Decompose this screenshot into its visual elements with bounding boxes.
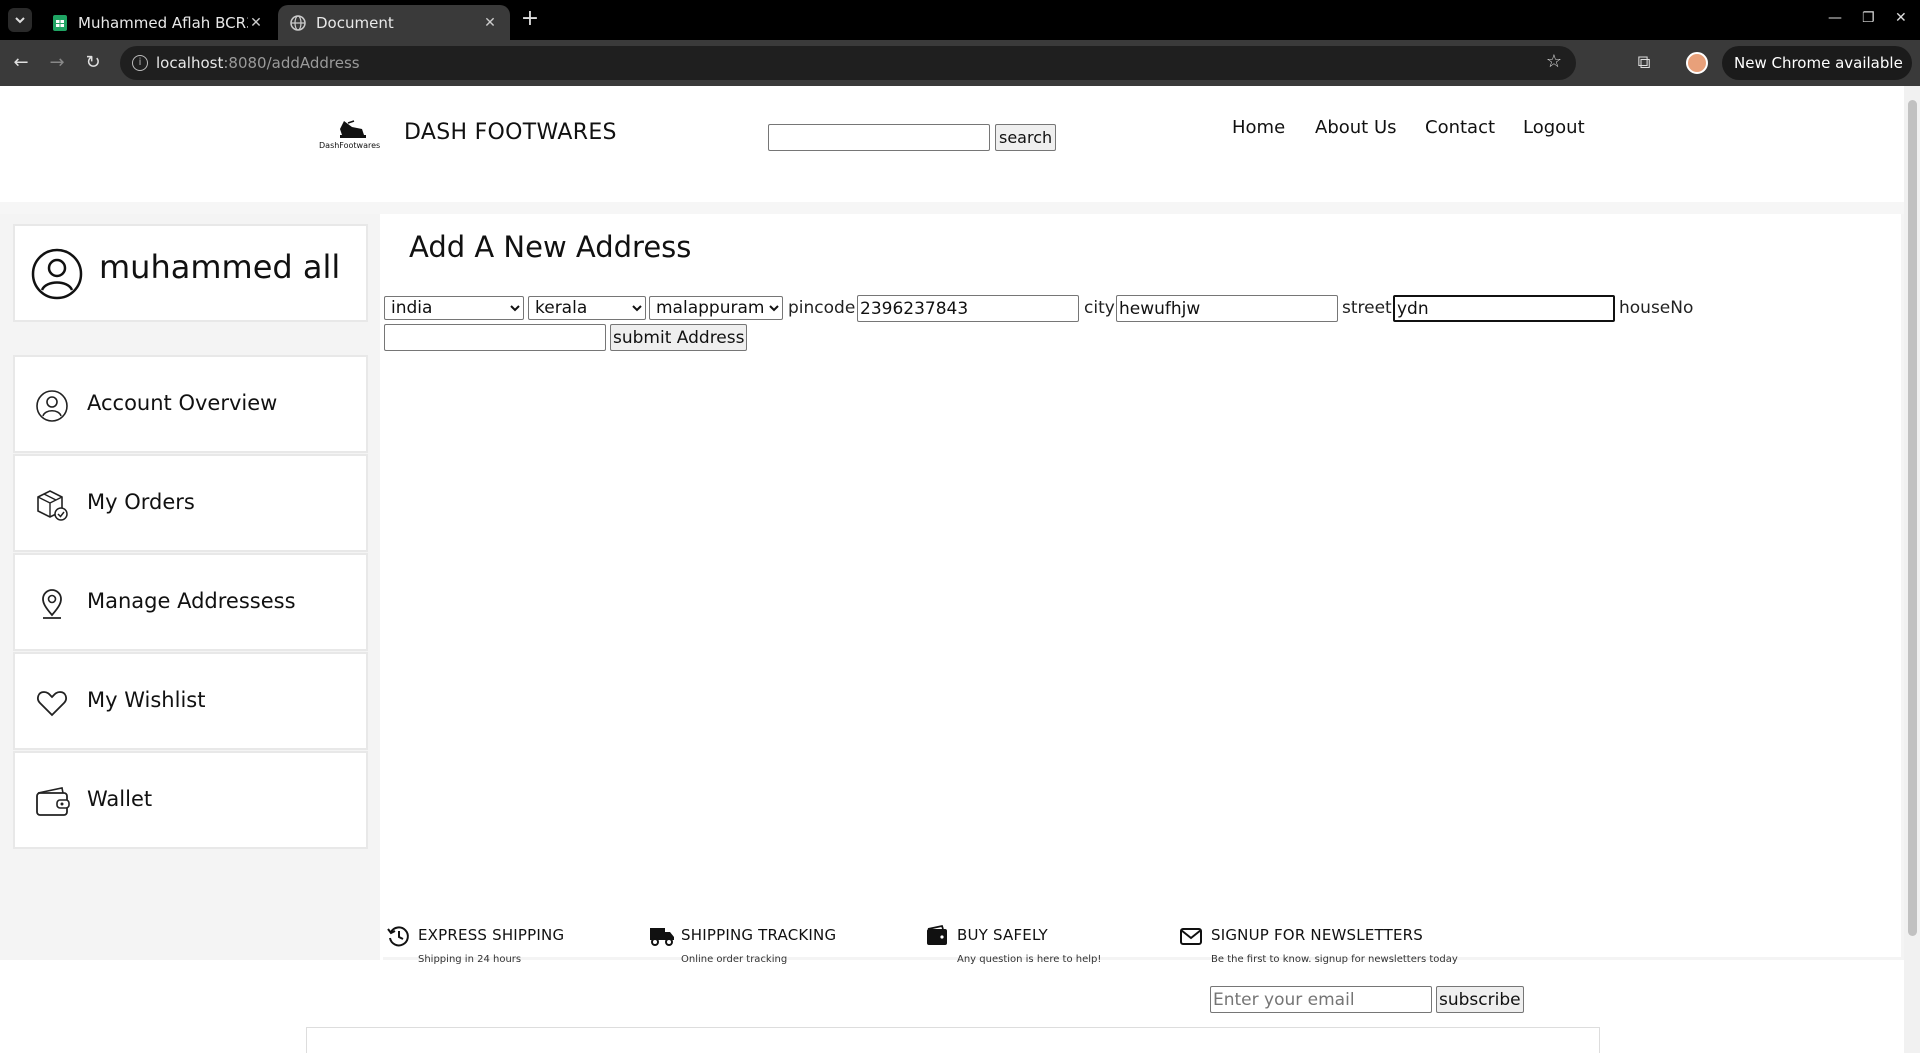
newsletter-email-input[interactable]: [1210, 986, 1432, 1013]
page-title: Add A New Address: [409, 230, 692, 264]
extensions-puzzle-icon[interactable]: ⧉: [1630, 49, 1658, 77]
city-input[interactable]: [1116, 295, 1338, 322]
sidebar-item-account-overview[interactable]: Account Overview: [13, 355, 368, 453]
user-circle-icon: [31, 248, 83, 300]
tab-search-button[interactable]: [8, 8, 32, 32]
minimize-icon[interactable]: —: [1828, 10, 1842, 26]
envelope-icon: [1180, 928, 1202, 945]
city-label: city: [1084, 298, 1115, 318]
feature-subtitle: Any question is here to help!: [957, 954, 1102, 965]
feature-subtitle: Be the first to know. signup for newslet…: [1211, 954, 1458, 965]
search-input[interactable]: [768, 124, 990, 151]
feature-title: SHIPPING TRACKING: [681, 926, 837, 944]
feature-subtitle: Online order tracking: [681, 954, 788, 965]
submit-address-button[interactable]: submit Address: [610, 324, 748, 351]
forward-arrow-icon[interactable]: →: [44, 50, 70, 76]
truck-icon: [650, 928, 674, 946]
sidebar-item-label: My Orders: [87, 490, 195, 514]
profile-card: muhammed all: [13, 224, 368, 322]
sidebar-item-label: My Wishlist: [87, 688, 206, 712]
search-button[interactable]: search: [995, 124, 1057, 151]
tab-spreadsheet[interactable]: Muhammed Aflah BCR3· ✕: [40, 5, 276, 40]
country-select[interactable]: india: [384, 296, 524, 320]
feature-title: BUY SAFELY: [957, 926, 1048, 944]
feature-subtitle: Shipping in 24 hours: [418, 954, 522, 965]
nav-contact[interactable]: Contact: [1425, 117, 1495, 138]
wallet-icon: [36, 787, 70, 816]
sidebar-item-wallet[interactable]: Wallet: [13, 751, 368, 849]
scrollbar-thumb[interactable]: [1908, 100, 1917, 936]
street-input[interactable]: [1393, 295, 1615, 322]
close-window-icon[interactable]: ✕: [1895, 10, 1907, 26]
url-path: :8080/addAddress: [223, 54, 360, 72]
add-address-panel: Add A New Address india kerala malappura…: [383, 214, 1901, 957]
district-select[interactable]: malappuram: [649, 296, 783, 320]
user-circle-icon: [36, 390, 68, 422]
brand-name[interactable]: DASH FOOTWARES: [404, 120, 617, 145]
sheets-icon: [53, 14, 67, 31]
page-scrollbar[interactable]: [1904, 86, 1920, 1053]
history-icon: [387, 926, 409, 947]
new-tab-button[interactable]: +: [518, 8, 542, 32]
nav-about-us[interactable]: About Us: [1315, 117, 1397, 138]
page: DashFootwares DASH FOOTWARES search Home…: [0, 86, 1904, 1053]
heart-icon: [37, 691, 67, 717]
package-icon: [37, 490, 68, 521]
nav-home[interactable]: Home: [1232, 117, 1285, 138]
site-info-icon[interactable]: i: [132, 55, 148, 71]
sidebar-item-manage-addresses[interactable]: Manage Addressess: [13, 553, 368, 651]
account-sidebar: muhammed all Account Overview My Orders: [0, 214, 380, 960]
profile-username: muhammed all: [99, 248, 341, 286]
sidebar-item-my-wishlist[interactable]: My Wishlist: [13, 652, 368, 750]
profile-avatar[interactable]: [1686, 52, 1708, 74]
pincode-input[interactable]: [857, 295, 1079, 322]
sidebar-item-my-orders[interactable]: My Orders: [13, 454, 368, 552]
globe-icon: [290, 14, 306, 31]
feature-title: EXPRESS SHIPPING: [418, 926, 565, 944]
browser-toolbar: ← → ↻ i localhost:8080/addAddress ☆ ⧉ Ne…: [0, 40, 1920, 106]
feature-title: SIGNUP FOR NEWSLETTERS: [1211, 926, 1423, 944]
tab-title: Document: [316, 13, 394, 32]
update-label: New Chrome available: [1734, 54, 1903, 72]
close-icon[interactable]: ✕: [248, 15, 264, 31]
wallet-icon: [927, 924, 947, 945]
street-label: street: [1342, 298, 1392, 318]
tab-document[interactable]: Document ✕: [278, 5, 510, 40]
houseno-label: houseNo: [1619, 298, 1694, 318]
state-select[interactable]: kerala: [528, 296, 646, 320]
header-divider: [0, 202, 1904, 214]
main-content: Add A New Address india kerala malappura…: [383, 214, 1904, 960]
footer-bottom-section: [306, 1027, 1600, 1053]
sidebar-item-label: Manage Addressess: [87, 589, 296, 613]
nav-logout[interactable]: Logout: [1523, 117, 1585, 138]
subscribe-button[interactable]: subscribe: [1436, 986, 1524, 1013]
shoe-logo-icon[interactable]: DashFootwares: [318, 117, 390, 151]
browser-tab-bar: Muhammed Aflah BCR3· ✕ Document ✕ + — ❐ …: [0, 0, 1920, 40]
tab-title: Muhammed Aflah BCR3·: [78, 13, 248, 32]
bookmark-star-icon[interactable]: ☆: [1546, 51, 1562, 72]
pincode-label: pincode: [788, 298, 856, 318]
url-host: localhost: [156, 54, 224, 72]
chrome-update-button[interactable]: New Chrome available ⋮: [1722, 46, 1912, 106]
restore-icon[interactable]: ❐: [1862, 10, 1875, 26]
chevron-down-icon: [15, 17, 25, 24]
location-pin-icon: [42, 589, 62, 619]
address-bar[interactable]: i localhost:8080/addAddress ☆: [120, 46, 1576, 80]
sidebar-item-label: Wallet: [87, 787, 153, 811]
logo-text: DashFootwares: [319, 141, 380, 150]
back-arrow-icon[interactable]: ←: [8, 50, 34, 76]
sidebar-item-label: Account Overview: [87, 391, 278, 415]
reload-icon[interactable]: ↻: [80, 50, 106, 76]
url-text: localhost:8080/addAddress: [156, 54, 360, 72]
close-icon[interactable]: ✕: [482, 15, 498, 31]
houseno-input[interactable]: [384, 324, 606, 351]
